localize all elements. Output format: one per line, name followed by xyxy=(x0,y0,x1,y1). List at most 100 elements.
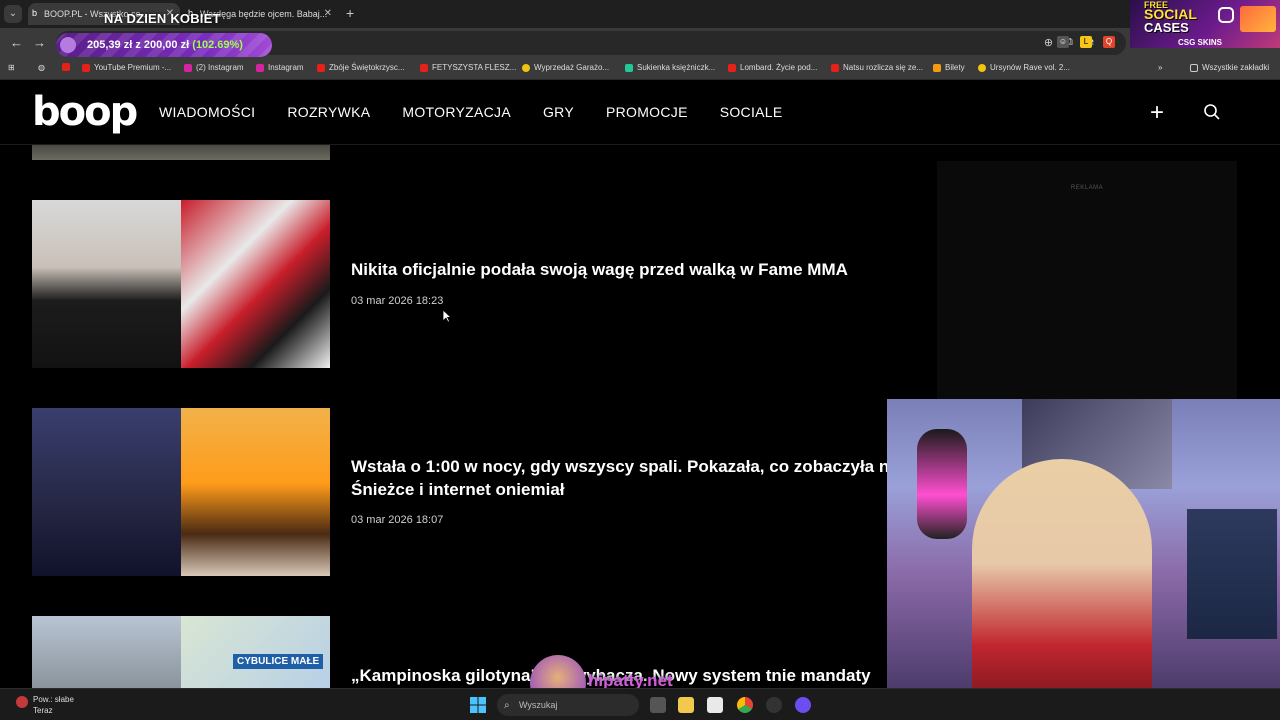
nav-item-gry[interactable]: GRY xyxy=(543,104,574,120)
tab-search-icon[interactable]: ⌄ xyxy=(4,5,22,23)
extension-icon[interactable]: ☺ xyxy=(1057,36,1069,48)
bookmark-item[interactable]: (2) Instagram xyxy=(184,63,244,72)
new-tab-button[interactable]: + xyxy=(346,5,354,21)
bookmark-item[interactable]: FETYSZYSTA FLESZ... xyxy=(420,63,516,72)
forward-icon[interactable]: → xyxy=(33,35,46,51)
bookmarks-bar: ⊞ ◍ YouTube Premium -... (2) Instagram I… xyxy=(0,58,1280,80)
weather-widget[interactable]: Pow.: słabe Teraz xyxy=(33,694,74,716)
stream-title-overlay: NA DZIEN KOBIET xyxy=(104,11,221,26)
bookmark-label: Bilety xyxy=(945,63,965,72)
article-title[interactable]: Wstała o 1:00 w nocy, gdy wszyscy spali.… xyxy=(351,455,899,478)
map-image: CYBULICE MAŁE xyxy=(181,616,330,688)
main-nav: WIADOMOŚCI ROZRYWKA MOTORYZACJA GRY PROM… xyxy=(159,104,783,120)
article-title-line[interactable]: Śnieżce i internet oniemiał xyxy=(351,478,565,501)
extension-icon[interactable]: Q xyxy=(1103,36,1115,48)
bookmark-label: Wyprzedaż Garażo... xyxy=(534,63,610,72)
youtube-icon xyxy=(728,63,736,72)
youtube-icon xyxy=(831,63,839,72)
chrome-icon[interactable] xyxy=(737,697,753,713)
nav-item-motoryzacja[interactable]: MOTORYZACJA xyxy=(402,104,511,120)
instagram-icon xyxy=(184,63,192,72)
apps-grid-icon[interactable]: ⊞ xyxy=(8,63,15,72)
bookmark-item[interactable] xyxy=(62,63,70,71)
windows-start-icon[interactable] xyxy=(470,697,486,713)
windows-taskbar: Pow.: słabe Teraz Wyszukaj ⌕ xyxy=(0,688,1280,720)
add-icon[interactable]: + xyxy=(1150,101,1164,125)
thumbnail-image xyxy=(32,200,181,368)
bookmark-favicon-icon xyxy=(933,63,941,72)
store-icon[interactable] xyxy=(707,697,723,713)
goal-percent: (102.69%) xyxy=(192,39,243,51)
webcam-overlay xyxy=(887,399,1280,692)
microphone-image xyxy=(917,429,967,539)
ad-label: REKLAMA xyxy=(1070,185,1104,191)
folder-icon xyxy=(1190,63,1198,72)
bookmark-item[interactable]: YouTube Premium -... xyxy=(82,63,171,72)
bookmark-favicon-icon xyxy=(978,63,986,72)
thumbnail-image xyxy=(32,408,181,576)
bookmark-label: YouTube Premium -... xyxy=(94,63,172,72)
nav-item-promocje[interactable]: PROMOCJE xyxy=(606,104,688,120)
goal-icon xyxy=(60,37,76,53)
bookmark-label: Sukienka księżniczk... xyxy=(637,63,716,72)
article-thumbnail[interactable] xyxy=(32,408,330,576)
bookmark-item[interactable]: Natsu rozlicza się ze... xyxy=(831,63,923,72)
steam-icon[interactable] xyxy=(766,697,782,713)
case-boxes-image xyxy=(1240,6,1276,32)
app-icon[interactable] xyxy=(795,697,811,713)
taskbar-search-input[interactable]: Wyszukaj xyxy=(497,694,639,716)
article-title[interactable]: Nikita oficjalnie podała swoją wagę prze… xyxy=(351,258,848,281)
bookmark-label: Zbóje Świętokrzysc... xyxy=(329,63,405,72)
thumbnail-image xyxy=(181,408,330,576)
article-thumbnail[interactable] xyxy=(32,145,330,160)
ad-slot: REKLAMA xyxy=(937,161,1237,401)
zoom-icon[interactable]: ⊕ xyxy=(1044,36,1053,49)
bookmark-item[interactable]: Bilety xyxy=(933,63,965,72)
article-thumbnail[interactable] xyxy=(32,200,330,368)
nav-item-rozrywka[interactable]: ROZRYWKA xyxy=(287,104,370,120)
bookmark-item[interactable]: Zbóje Świętokrzysc... xyxy=(317,63,405,72)
nav-item-sociale[interactable]: SOCIALE xyxy=(720,104,783,120)
bookmark-label: (2) Instagram xyxy=(196,63,244,72)
thumbnail-image xyxy=(32,616,181,688)
weather-icon xyxy=(16,696,28,708)
site-header: boop WIADOMOŚCI ROZRYWKA MOTORYZACJA GRY… xyxy=(0,81,1280,145)
bookmark-favicon-icon xyxy=(82,63,90,72)
donation-goal-overlay: 205,39 zł z 200,00 zł (102.69%) xyxy=(56,33,272,57)
promo-line: CASES xyxy=(1144,20,1189,35)
more-bookmarks-button[interactable]: » xyxy=(1158,63,1162,72)
close-tab-icon[interactable]: ✕ xyxy=(324,3,332,25)
all-bookmarks-label: Wszystkie zakładki xyxy=(1202,63,1270,72)
site-logo[interactable]: boop xyxy=(32,89,138,135)
globe-icon[interactable]: ◍ xyxy=(38,63,45,72)
bookmark-item[interactable]: Wyprzedaż Garażo... xyxy=(522,63,609,72)
youtube-icon xyxy=(420,63,428,72)
bookmark-item[interactable]: Lombard. Życie pod... xyxy=(728,63,817,72)
back-icon[interactable]: ← xyxy=(10,35,23,51)
extension-icon[interactable]: L xyxy=(1080,36,1092,48)
weather-subtext: Teraz xyxy=(33,706,53,715)
search-icon: ⌕ xyxy=(504,700,510,711)
bookmark-label: Instagram xyxy=(268,63,304,72)
mouse-cursor-icon xyxy=(442,309,452,323)
map-label: CYBULICE MAŁE xyxy=(233,654,324,669)
task-view-icon[interactable] xyxy=(650,697,666,713)
thumbnail-image xyxy=(181,200,330,368)
bookmark-favicon-icon xyxy=(522,63,530,72)
file-explorer-icon[interactable] xyxy=(678,697,694,713)
streamer-image xyxy=(972,459,1152,692)
article-date: 03 mar 2026 18:23 xyxy=(351,295,444,307)
search-icon[interactable] xyxy=(1203,103,1221,121)
nav-item-wiadomosci[interactable]: WIADOMOŚCI xyxy=(159,104,255,120)
all-bookmarks-button[interactable]: Wszystkie zakładki xyxy=(1190,63,1269,72)
bookmark-item[interactable]: Sukienka księżniczk... xyxy=(625,63,715,72)
bookmark-item[interactable]: Instagram xyxy=(256,63,304,72)
bookmark-item[interactable]: Ursynów Rave vol. 2... xyxy=(978,63,1070,72)
boop-favicon-icon: b xyxy=(32,8,38,18)
instagram-icon xyxy=(256,63,264,72)
article-thumbnail[interactable]: CYBULICE MAŁE xyxy=(32,616,330,688)
bookmark-label: Ursynów Rave vol. 2... xyxy=(990,63,1071,72)
weather-text: Pow.: słabe xyxy=(33,695,74,704)
bookmark-favicon-icon xyxy=(625,63,633,72)
youtube-icon xyxy=(62,63,70,71)
